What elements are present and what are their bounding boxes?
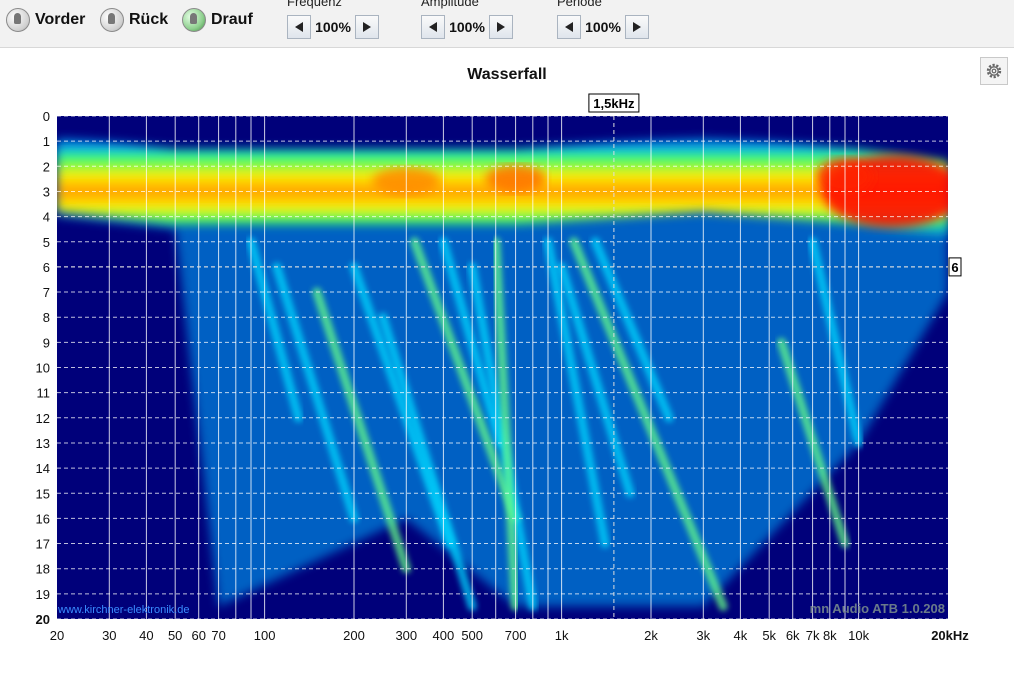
x-tick-label: 3k bbox=[696, 628, 710, 643]
y-tick-label: 10 bbox=[36, 361, 50, 376]
y-tick-label: 20 bbox=[36, 612, 50, 627]
frequency-value: 100% bbox=[315, 19, 351, 35]
y-tick-label: 16 bbox=[36, 511, 50, 526]
view-front-label: Vorder bbox=[35, 11, 86, 28]
toolbar: Vorder Rück Drauf Frequenz 100% Amplitud… bbox=[0, 0, 1014, 48]
amplitude-value: 100% bbox=[449, 19, 485, 35]
gear-icon bbox=[986, 63, 1002, 79]
x-tick-label: 7k bbox=[806, 628, 820, 643]
x-tick-label: 400 bbox=[433, 628, 455, 643]
frequency-decrease-button[interactable] bbox=[287, 15, 311, 39]
amplitude-increase-button[interactable] bbox=[489, 15, 513, 39]
view-back-label: Rück bbox=[129, 11, 169, 28]
x-tick-label: 2k bbox=[644, 628, 658, 643]
triangle-left-icon bbox=[429, 22, 437, 32]
cursor-frequency-label: 1,5kHz bbox=[593, 96, 635, 111]
amplitude-stepper: 100% bbox=[421, 14, 513, 40]
watermark-left: www.kirchner-elektronik.de bbox=[57, 604, 189, 616]
frequency-stepper: 100% bbox=[287, 14, 379, 40]
settings-button[interactable] bbox=[980, 57, 1008, 85]
view-front-button[interactable]: Vorder bbox=[6, 8, 85, 32]
x-tick-label: 60 bbox=[191, 628, 205, 643]
period-value: 100% bbox=[585, 19, 621, 35]
frequency-increase-button[interactable] bbox=[355, 15, 379, 39]
period-stepper: 100% bbox=[557, 14, 649, 40]
y-tick-label: 11 bbox=[37, 386, 51, 401]
x-tick-label: 40 bbox=[139, 628, 153, 643]
view-back-button[interactable]: Rück bbox=[100, 8, 168, 32]
x-tick-label: 5k bbox=[762, 628, 776, 643]
x-tick-label: 20kHz bbox=[931, 628, 969, 643]
y-tick-label: 17 bbox=[36, 537, 50, 552]
x-tick-label: 700 bbox=[505, 628, 527, 643]
x-tick-label: 20 bbox=[50, 628, 64, 643]
x-tick-label: 8k bbox=[823, 628, 837, 643]
hand-back-icon bbox=[100, 8, 124, 32]
y-tick-label: 18 bbox=[36, 562, 50, 577]
y-tick-label: 1 bbox=[43, 134, 50, 149]
x-tick-label: 1k bbox=[555, 628, 569, 643]
y-tick-label: 19 bbox=[36, 587, 50, 602]
amplitude-label: Amplitude bbox=[421, 0, 479, 9]
x-tick-label: 4k bbox=[734, 628, 748, 643]
x-tick-label: 6k bbox=[786, 628, 800, 643]
y-tick-label: 5 bbox=[43, 235, 50, 250]
cursor-period-label: 6 bbox=[951, 260, 958, 275]
x-tick-label: 30 bbox=[102, 628, 116, 643]
hand-front-icon bbox=[6, 8, 30, 32]
x-axis-labels: 20 30 40 50 60 70 100 200 300 400 500 700 1k 2k 3k 4k 5k… bbox=[50, 628, 970, 643]
period-increase-button[interactable] bbox=[625, 15, 649, 39]
triangle-left-icon bbox=[565, 22, 573, 32]
y-tick-label: 3 bbox=[43, 184, 50, 199]
x-tick-label: 70 bbox=[211, 628, 225, 643]
triangle-right-icon bbox=[633, 22, 641, 32]
waterfall-panel: Wasserfall 20 30 40 50 60 70 100 200 300… bbox=[0, 48, 1014, 669]
x-tick-label: 50 bbox=[168, 628, 182, 643]
view-top-label: Drauf bbox=[211, 11, 253, 28]
y-tick-label: 0 bbox=[43, 109, 50, 124]
triangle-right-icon bbox=[363, 22, 371, 32]
waterfall-chart[interactable]: 20 30 40 50 60 70 100 200 300 400 500 700 1k 2k 3k 4k 5k… bbox=[0, 48, 1014, 669]
x-tick-label: 200 bbox=[343, 628, 365, 643]
y-tick-label: 8 bbox=[43, 310, 50, 325]
y-tick-label: 7 bbox=[43, 285, 50, 300]
watermark-right: mn Audio ATB 1.0.208 bbox=[810, 601, 945, 616]
hand-top-icon bbox=[182, 8, 206, 32]
frequency-label: Frequenz bbox=[287, 0, 342, 9]
period-decrease-button[interactable] bbox=[557, 15, 581, 39]
y-tick-label: 13 bbox=[36, 436, 50, 451]
triangle-right-icon bbox=[497, 22, 505, 32]
y-axis-labels: 01234567891011121314151617181920 bbox=[36, 109, 50, 627]
y-tick-label: 9 bbox=[43, 335, 50, 350]
period-label: Periode bbox=[557, 0, 602, 9]
triangle-left-icon bbox=[295, 22, 303, 32]
x-tick-label: 100 bbox=[254, 628, 276, 643]
x-tick-label: 10k bbox=[848, 628, 869, 643]
y-tick-label: 14 bbox=[36, 461, 50, 476]
x-tick-label: 300 bbox=[395, 628, 417, 643]
y-tick-label: 2 bbox=[43, 159, 50, 174]
y-tick-label: 6 bbox=[43, 260, 50, 275]
amplitude-decrease-button[interactable] bbox=[421, 15, 445, 39]
chart-title: Wasserfall bbox=[467, 66, 547, 83]
y-tick-label: 4 bbox=[43, 210, 50, 225]
x-tick-label: 500 bbox=[461, 628, 483, 643]
view-top-button[interactable]: Drauf bbox=[182, 8, 253, 32]
y-tick-label: 15 bbox=[36, 486, 50, 501]
y-tick-label: 12 bbox=[36, 411, 50, 426]
